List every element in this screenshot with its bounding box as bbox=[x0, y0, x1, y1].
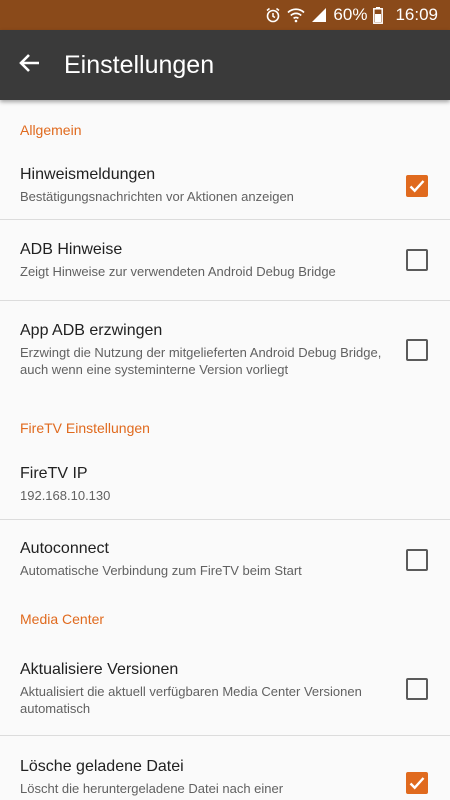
category-allgemein: Allgemein bbox=[20, 122, 82, 138]
checkbox-loesche-geladene-datei[interactable] bbox=[406, 772, 428, 794]
pref-summary: Aktualisiert die aktuell verfügbaren Med… bbox=[20, 684, 362, 716]
pref-summary: Erzwingt die Nutzung der mitgelieferten … bbox=[20, 344, 382, 377]
status-time: 16:09 bbox=[395, 5, 438, 24]
checkmark-icon bbox=[409, 179, 425, 192]
alarm-icon bbox=[265, 7, 281, 23]
pref-loesche-geladene-datei[interactable]: Lösche geladene Datei Löscht die herunte… bbox=[0, 736, 450, 800]
checkbox-autoconnect[interactable] bbox=[406, 548, 428, 571]
pref-title: Aktualisiere Versionen bbox=[20, 661, 179, 678]
pref-adb-hinweise[interactable]: ADB Hinweise Zeigt Hinweise zur verwende… bbox=[0, 220, 450, 300]
back-button[interactable] bbox=[0, 30, 60, 100]
pref-hinweismeldungen[interactable]: Hinweismeldungen Bestätigungsnachrichten… bbox=[0, 160, 450, 219]
status-bar: 60% 16:09 bbox=[0, 0, 450, 30]
arrow-left-icon bbox=[19, 52, 41, 79]
pref-app-adb-erzwingen[interactable]: App ADB erzwingen Erzwingt die Nutzung d… bbox=[0, 301, 450, 398]
pref-title: Autoconnect bbox=[20, 540, 109, 557]
pref-autoconnect[interactable]: Autoconnect Automatische Verbindung zum … bbox=[0, 520, 450, 599]
checkmark-icon bbox=[409, 777, 425, 790]
pref-title: FireTV IP bbox=[20, 465, 88, 482]
battery-icon bbox=[373, 6, 384, 24]
pref-title: ADB Hinweise bbox=[20, 240, 123, 258]
pref-summary: Bestätigungsnachrichten vor Aktionen anz… bbox=[20, 189, 294, 204]
checkbox-hinweismeldungen[interactable] bbox=[406, 174, 428, 197]
pref-aktualisiere-versionen[interactable]: Aktualisiere Versionen Aktualisiert die … bbox=[0, 643, 450, 735]
pref-firetv-ip[interactable]: FireTV IP 192.168.10.130 bbox=[0, 458, 450, 515]
checkbox-app-adb-erzwingen[interactable] bbox=[406, 338, 428, 361]
pref-summary: 192.168.10.130 bbox=[20, 488, 111, 503]
pref-summary: Löscht die heruntergeladene Datei nach e… bbox=[20, 781, 284, 796]
wifi-icon bbox=[287, 7, 306, 23]
checkbox-aktualisiere-versionen[interactable] bbox=[406, 678, 428, 700]
app-bar: Einstellungen bbox=[0, 30, 450, 100]
settings-list: Allgemein Hinweismeldungen Bestätigungsn… bbox=[0, 100, 450, 800]
signal-icon bbox=[311, 7, 327, 23]
category-media-center: Media Center bbox=[20, 611, 105, 627]
pref-title: App ADB erzwingen bbox=[20, 321, 163, 339]
battery-percent: 60% bbox=[333, 5, 368, 24]
pref-title: Lösche geladene Datei bbox=[20, 758, 184, 775]
pref-title: Hinweismeldungen bbox=[20, 166, 156, 183]
pref-summary: Zeigt Hinweise zur verwendeten Android D… bbox=[20, 263, 336, 279]
pref-summary: Automatische Verbindung zum FireTV beim … bbox=[20, 563, 302, 578]
checkbox-adb-hinweise[interactable] bbox=[406, 249, 428, 271]
category-firetv-einstellungen: FireTV Einstellungen bbox=[20, 420, 150, 436]
page-title: Einstellungen bbox=[64, 50, 215, 79]
